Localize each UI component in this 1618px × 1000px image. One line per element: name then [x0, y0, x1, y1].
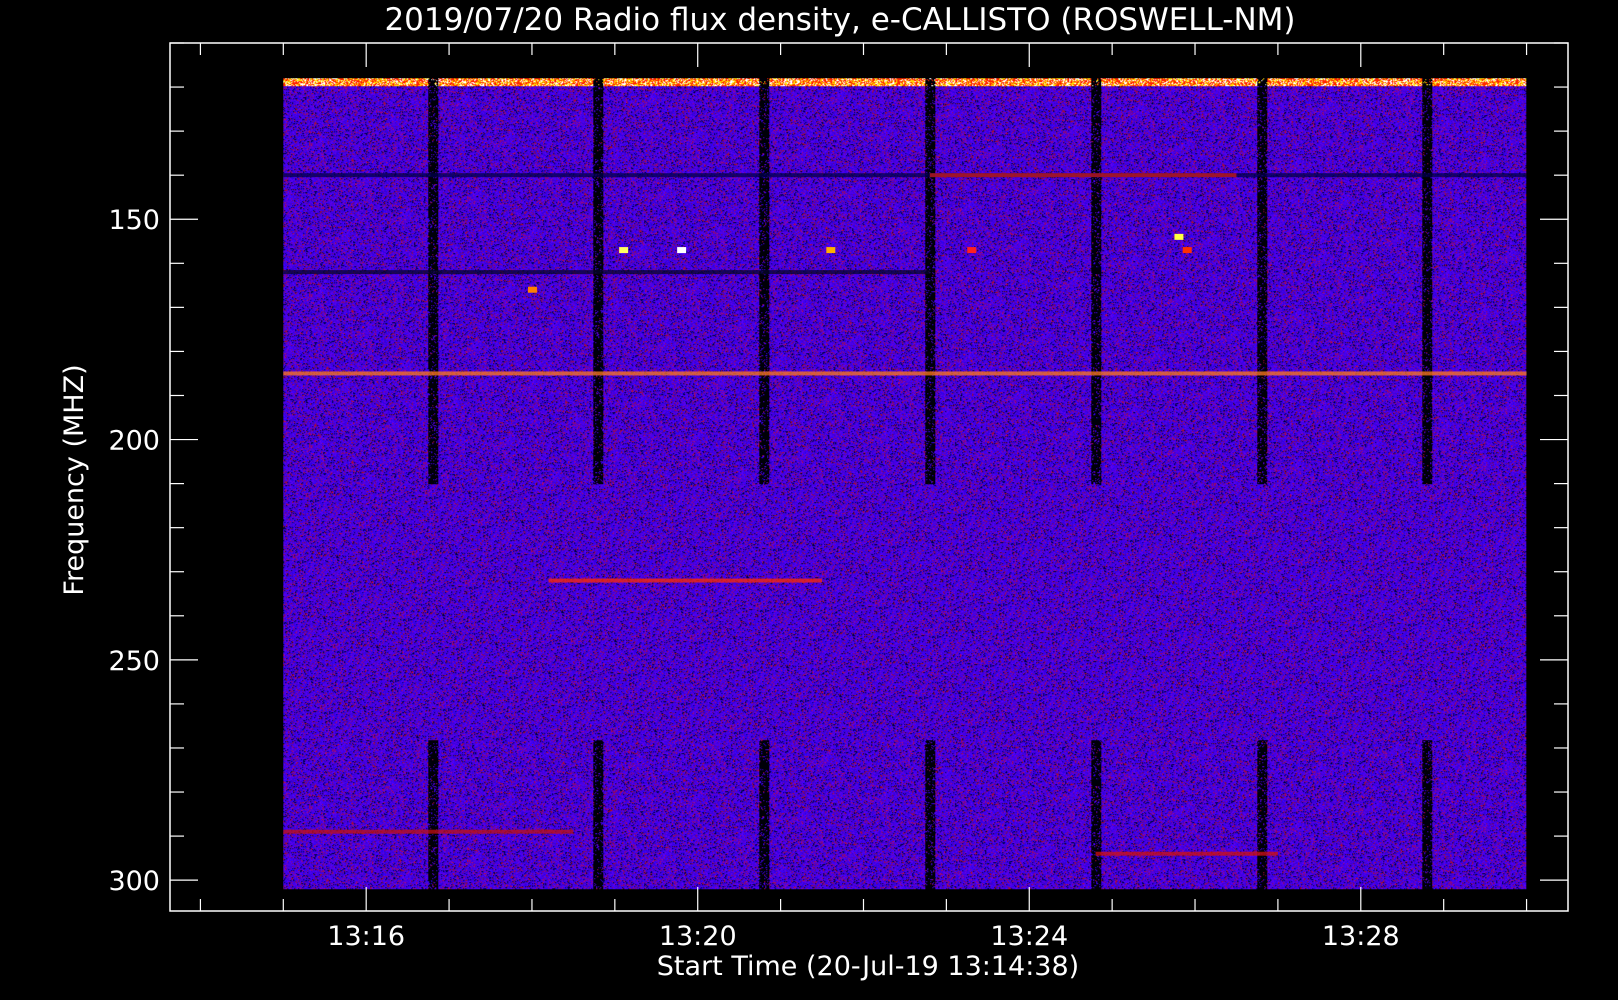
- emission-band: [283, 371, 1527, 376]
- burst-spot: [619, 247, 629, 254]
- emission-band: [548, 578, 823, 583]
- burst-spot: [1174, 233, 1184, 240]
- spectrogram-heatmap: [283, 78, 1527, 890]
- x-tick-label: 13:28: [1322, 921, 1400, 952]
- x-tick-label: 13:16: [327, 921, 405, 952]
- x-tick-label: 13:20: [659, 921, 737, 952]
- burst-spot: [677, 247, 687, 254]
- burst-spot: [1182, 247, 1192, 254]
- x-axis-label: Start Time (20-Jul-19 13:14:38): [657, 951, 1079, 982]
- burst-spot: [826, 247, 836, 254]
- y-tick-label: 300: [108, 866, 160, 897]
- y-tick-label: 150: [108, 205, 160, 236]
- emission-band: [283, 829, 574, 834]
- emission-band: [283, 270, 930, 275]
- spectrogram-chart: 13:16 13:20 13:24 13:28 150 200 250 300 2019/07…: [0, 0, 1618, 1000]
- emission-band: [283, 173, 1527, 178]
- burst-spot: [527, 286, 537, 293]
- emission-band: [929, 173, 1237, 178]
- burst-spot: [967, 247, 977, 254]
- y-tick-label: 200: [108, 426, 160, 457]
- x-tick-label: 13:24: [990, 921, 1068, 952]
- y-tick-label: 250: [108, 646, 160, 677]
- emission-band: [1095, 851, 1278, 856]
- y-axis-label: Frequency (MHZ): [59, 364, 90, 595]
- chart-title: 2019/07/20 Radio flux density, e-CALLIST…: [384, 2, 1295, 38]
